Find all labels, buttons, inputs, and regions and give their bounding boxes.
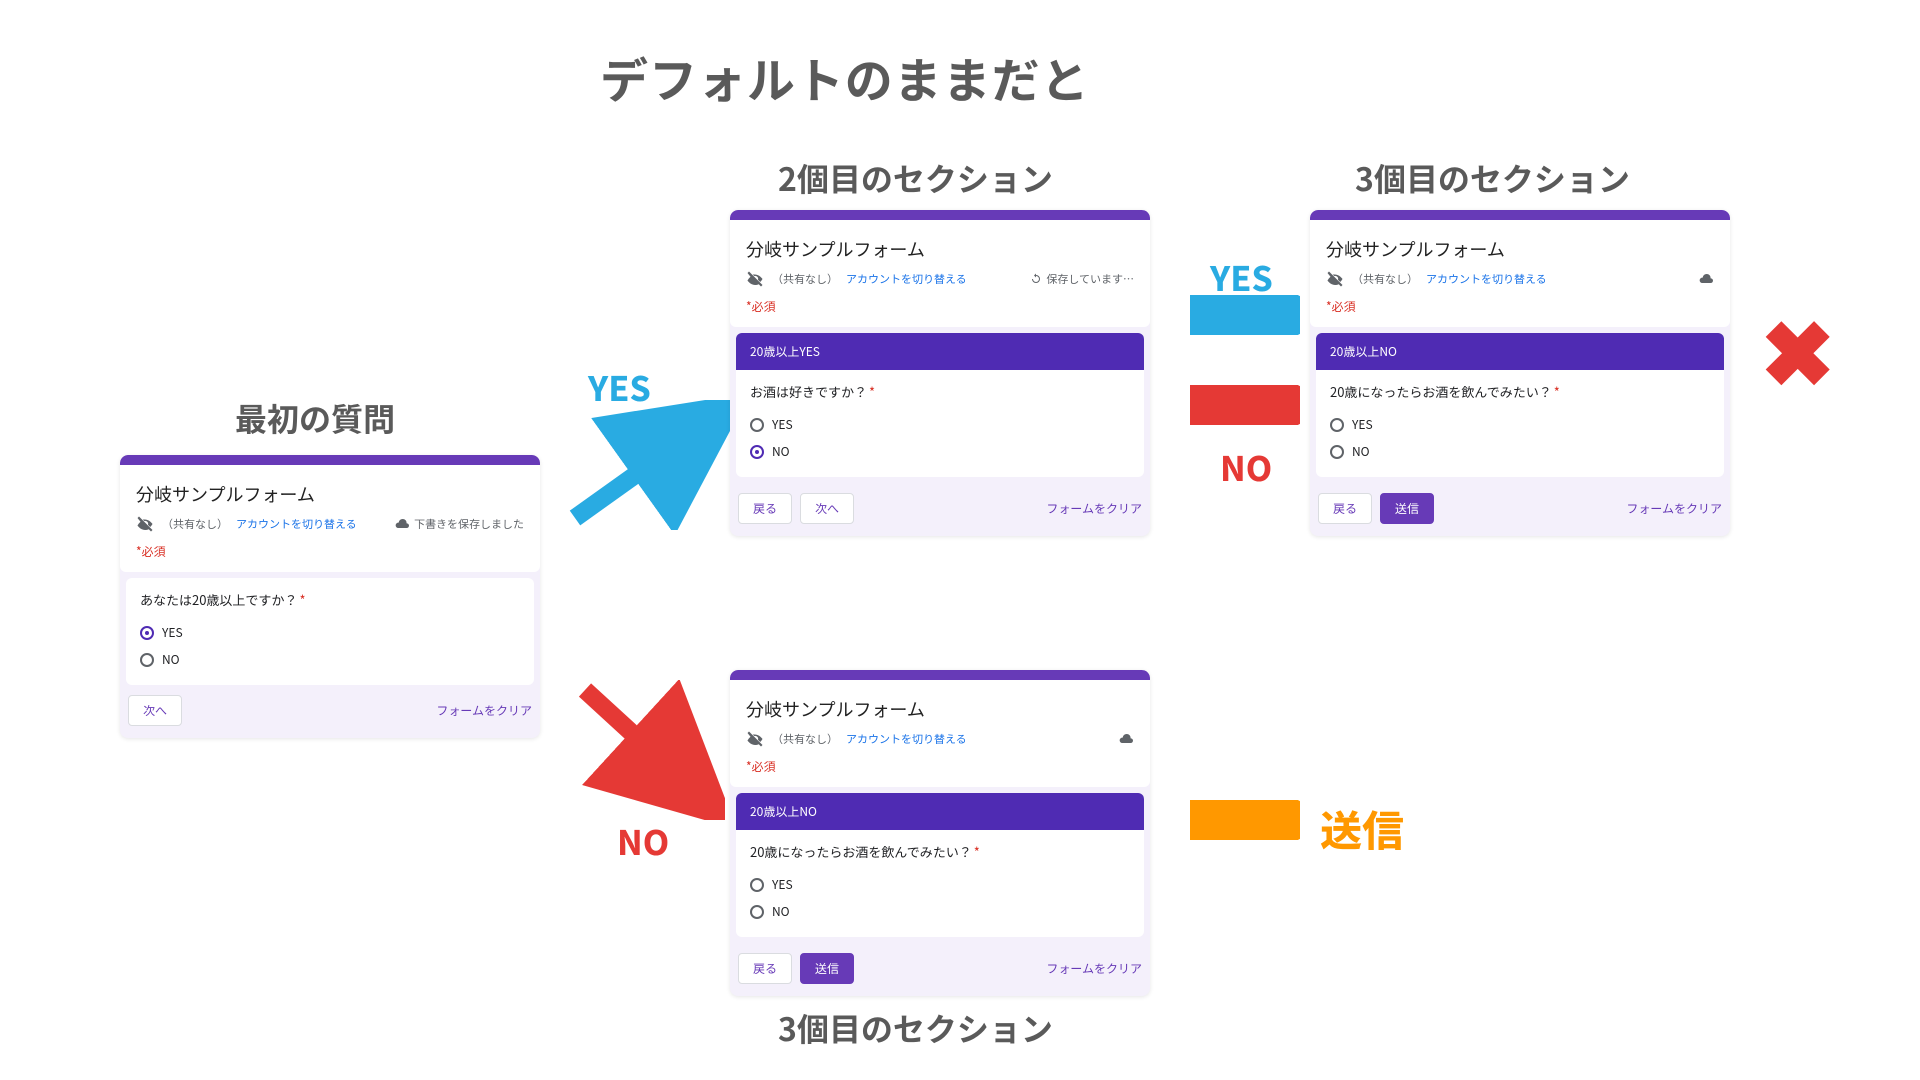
radio-icon [750, 445, 764, 459]
cross-icon: ✖ [1760, 302, 1835, 392]
cloud-icon [394, 516, 410, 532]
share-note: （共有なし） [1352, 271, 1418, 287]
radio-option-no[interactable]: NO [140, 646, 520, 673]
form-title: 分岐サンプルフォーム [746, 232, 1134, 270]
required-note: *必須 [746, 758, 1134, 775]
question-title: 20歳になったらお酒を飲んでみたい？* [750, 842, 1130, 861]
label-first-question: 最初の質問 [235, 395, 395, 441]
share-note: （共有なし） [162, 516, 228, 532]
save-status: 下書きを保存しました [414, 516, 524, 532]
label-section-3-top: 3個目のセクション [1355, 155, 1630, 201]
required-note: *必須 [1326, 298, 1714, 315]
radio-option-yes[interactable]: YES [750, 411, 1130, 438]
radio-option-no[interactable]: NO [750, 438, 1130, 465]
share-note: （共有なし） [772, 271, 838, 287]
section-header: 20歳以上YES [736, 333, 1144, 370]
section-header: 20歳以上NO [736, 793, 1144, 830]
switch-account-link[interactable]: アカウントを切り替える [846, 731, 967, 747]
label-section-2: 2個目のセクション [778, 155, 1053, 201]
radio-icon [750, 905, 764, 919]
radio-icon [140, 626, 154, 640]
form-card-first: 分岐サンプルフォーム （共有なし） アカウントを切り替える 下書きを保存しました… [120, 455, 540, 738]
radio-icon [750, 878, 764, 892]
form-title: 分岐サンプルフォーム [746, 692, 1134, 730]
arrow-label-no-bottom: NO [617, 816, 669, 865]
form-card-section2: 分岐サンプルフォーム （共有なし） アカウントを切り替える 保存しています… *… [730, 210, 1150, 536]
share-note: （共有なし） [772, 731, 838, 747]
question-title: 20歳になったらお酒を飲んでみたい？* [1330, 382, 1710, 401]
arrow-no-down-right-icon [575, 680, 725, 820]
clear-form-link[interactable]: フォームをクリア [436, 702, 532, 719]
clear-form-link[interactable]: フォームをクリア [1046, 960, 1142, 977]
switch-account-link[interactable]: アカウントを切り替える [846, 271, 967, 287]
radio-icon [1330, 445, 1344, 459]
section-header: 20歳以上NO [1316, 333, 1724, 370]
slide-title: デフォルトのままだと [600, 42, 1090, 112]
radio-option-yes[interactable]: YES [1330, 411, 1710, 438]
radio-option-yes[interactable]: YES [750, 871, 1130, 898]
back-button[interactable]: 戻る [1318, 493, 1372, 524]
form-topbar [730, 670, 1150, 680]
form-card-section3-top: 分岐サンプルフォーム （共有なし） アカウントを切り替える *必須 20歳以上N… [1310, 210, 1730, 536]
form-title: 分岐サンプルフォーム [136, 477, 524, 515]
back-button[interactable]: 戻る [738, 953, 792, 984]
arrow-no-right-icon [1190, 385, 1300, 425]
eye-off-icon [136, 515, 154, 533]
submit-button[interactable]: 送信 [1380, 493, 1434, 524]
radio-option-yes[interactable]: YES [140, 619, 520, 646]
refresh-icon [1030, 273, 1042, 285]
clear-form-link[interactable]: フォームをクリア [1046, 500, 1142, 517]
eye-off-icon [1326, 270, 1344, 288]
required-note: *必須 [746, 298, 1134, 315]
next-button[interactable]: 次へ [800, 493, 854, 524]
radio-icon [140, 653, 154, 667]
arrow-yes-up-right-icon [565, 400, 735, 530]
required-note: *必須 [136, 543, 524, 560]
radio-icon [1330, 418, 1344, 432]
back-button[interactable]: 戻る [738, 493, 792, 524]
submit-button[interactable]: 送信 [800, 953, 854, 984]
radio-icon [750, 418, 764, 432]
arrow-label-no-top: NO [1220, 442, 1272, 491]
cloud-icon [1698, 271, 1714, 287]
arrow-label-submit: 送信 [1320, 798, 1404, 859]
switch-account-link[interactable]: アカウントを切り替える [236, 516, 357, 532]
clear-form-link[interactable]: フォームをクリア [1626, 500, 1722, 517]
switch-account-link[interactable]: アカウントを切り替える [1426, 271, 1547, 287]
arrow-yes-right-icon [1190, 295, 1300, 335]
save-status: 保存しています… [1046, 271, 1134, 287]
eye-off-icon [746, 270, 764, 288]
form-topbar [1310, 210, 1730, 220]
eye-off-icon [746, 730, 764, 748]
cloud-icon [1118, 731, 1134, 747]
question-title: お酒は好きですか？* [750, 382, 1130, 401]
question-title: あなたは20歳以上ですか？* [140, 590, 520, 609]
arrow-submit-right-icon [1190, 800, 1300, 840]
label-section-3-bottom: 3個目のセクション [778, 1005, 1053, 1051]
form-card-section3-bottom: 分岐サンプルフォーム （共有なし） アカウントを切り替える *必須 20歳以上N… [730, 670, 1150, 996]
form-topbar [120, 455, 540, 465]
next-button[interactable]: 次へ [128, 695, 182, 726]
form-topbar [730, 210, 1150, 220]
radio-option-no[interactable]: NO [750, 898, 1130, 925]
arrow-label-yes-2: YES [1210, 252, 1273, 301]
form-title: 分岐サンプルフォーム [1326, 232, 1714, 270]
radio-option-no[interactable]: NO [1330, 438, 1710, 465]
